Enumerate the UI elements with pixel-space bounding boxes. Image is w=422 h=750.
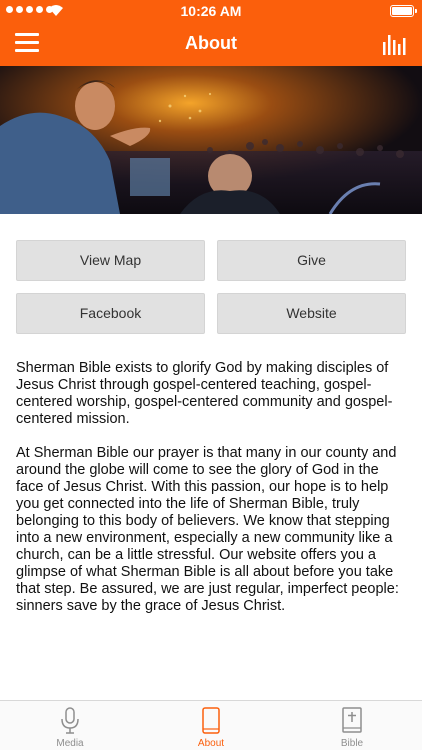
give-button[interactable]: Give [217, 240, 406, 281]
app-root: 10:26 AM About View Map Give Facebook We… [0, 0, 422, 750]
tab-media-label: Media [56, 738, 84, 749]
tab-about[interactable]: About [141, 701, 281, 750]
about-text: Sherman Bible exists to glorify God by m… [16, 360, 406, 632]
about-paragraph-2: At Sherman Bible our prayer is that many… [16, 445, 399, 614]
tab-media[interactable]: Media [0, 701, 140, 750]
tab-bible-label: Bible [340, 738, 364, 749]
tab-bible[interactable]: Bible [282, 701, 422, 750]
microphone-icon [61, 707, 79, 734]
view-map-button[interactable]: View Map [16, 240, 205, 281]
tab-about-label: About [197, 738, 225, 749]
website-button[interactable]: Website [217, 293, 406, 334]
battery-icon [390, 5, 417, 17]
status-bar: 10:26 AM [0, 0, 422, 22]
bible-book-icon [342, 707, 362, 733]
bar-chart-icon[interactable] [382, 32, 408, 56]
tablet-icon [202, 707, 220, 734]
navigation-bar: About [0, 22, 422, 66]
top-bar: 10:26 AM About [0, 0, 422, 66]
hero-image [0, 66, 422, 214]
hero-photo [0, 66, 422, 214]
page-title: About [185, 33, 237, 53]
about-paragraph-1: Sherman Bible exists to glorify God by m… [16, 360, 393, 427]
facebook-button[interactable]: Facebook [16, 293, 205, 334]
status-time: 10:26 AM [180, 3, 242, 19]
tab-bar: Media About Bible [0, 700, 422, 750]
